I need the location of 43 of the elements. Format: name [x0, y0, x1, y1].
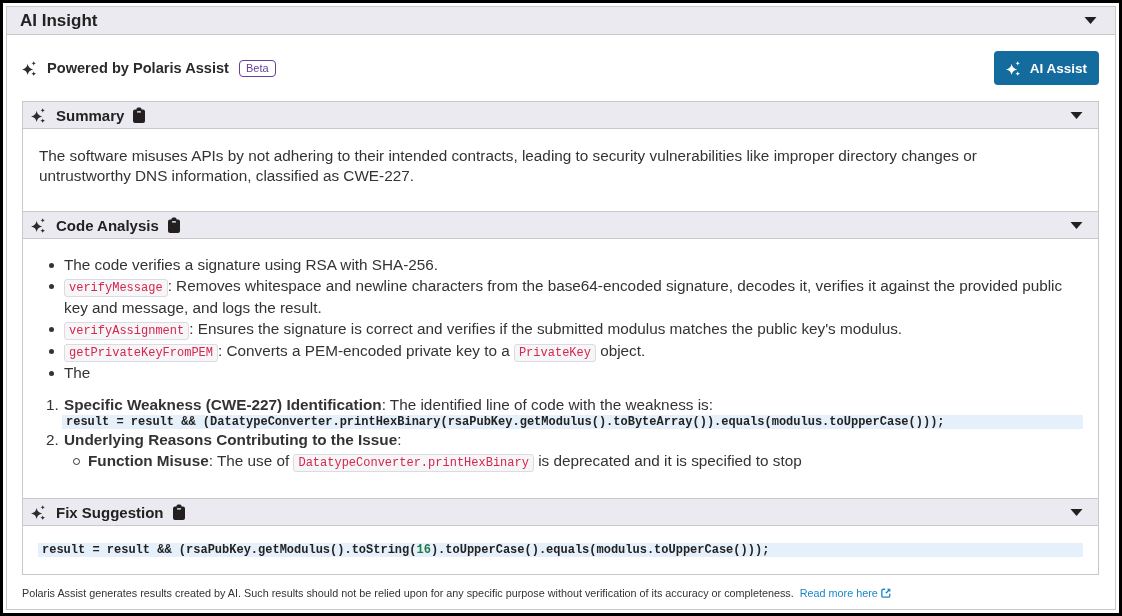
list-text: getPrivateKeyFromPEM : Converts a PEM-encoded private key to a PrivateKey object.: [64, 340, 1083, 362]
caret-icon[interactable]: [1084, 17, 1097, 24]
list-text: verifyMessage : Removes whitespace and newline characters from the base64-encoded signature, decodes it, verifies it against the provided public key and message, and logs the result.: [64, 276, 1064, 318]
clipboard-icon[interactable]: [167, 217, 180, 233]
section-title: Code Analysis: [56, 216, 159, 234]
inline-code: DatatypeConverter.printHexBinary: [293, 454, 534, 472]
summary-text: The software misuses APIs by not adhering to their intended contracts, leading to security vulnerabilities like improper directory changes or untrustworthy DNS information, classified as CWE-227.: [39, 146, 978, 186]
bullet-icon: [49, 327, 54, 332]
disclaimer-text: Polaris Assist generates results created by AI. Such results should not be relied upon for any specific purpose without verification of its accuracy or completeness.: [22, 587, 794, 599]
list-number: 1.: [46, 395, 57, 415]
list-text: Underlying Reasons Contributing to the Issue:: [64, 430, 403, 450]
sparkle-icon: [31, 107, 46, 123]
sparkle-icon: [22, 60, 37, 76]
caret-icon[interactable]: [1070, 111, 1083, 119]
clipboard-icon[interactable]: [172, 504, 185, 520]
caret-icon[interactable]: [1070, 508, 1083, 516]
bullet-icon: [49, 349, 54, 354]
beta-badge: Beta: [238, 59, 276, 77]
bullet-icon: [49, 371, 54, 376]
bullet-icon: [49, 284, 54, 289]
clipboard-icon[interactable]: [133, 107, 146, 123]
caret-icon[interactable]: [1070, 221, 1083, 229]
list-text: The code verifies a signature using RSA with SHA-256.: [64, 255, 440, 275]
inline-code: verifyAssignment: [64, 322, 190, 340]
external-link-icon: [880, 588, 891, 598]
read-more-link[interactable]: Read more here: [799, 587, 891, 599]
panel-title: AI Insight: [20, 10, 99, 31]
sparkle-icon: [31, 217, 46, 233]
section-title: Summary: [56, 106, 125, 124]
list-text: The: [64, 363, 92, 383]
powered-by-label: Powered by Polaris Assist: [47, 60, 229, 76]
sparkle-icon: [1005, 60, 1021, 76]
list-text: verifyAssignment : Ensures the signature is correct and verifies if the submitted modulus matches the public key's modulus.: [64, 318, 1083, 340]
list-text: Function Misuse: The use of DatatypeConverter.printHexBinary is deprecated and it is specified to stop: [88, 451, 803, 472]
inline-code: PrivateKey: [513, 344, 596, 362]
inline-code: getPrivateKeyFromPEM: [64, 344, 219, 362]
section-title: Fix Suggestion: [56, 503, 164, 521]
bullet-icon: [49, 263, 54, 268]
sparkle-icon: [31, 504, 46, 520]
list-text: Specific Weakness (CWE-227) Identification: The identified line of code with the weakness is:: [64, 395, 714, 415]
inline-code: verifyMessage: [64, 279, 168, 297]
list-number: 2.: [46, 430, 57, 450]
ai-assist-button[interactable]: AI Assist: [993, 51, 1099, 85]
